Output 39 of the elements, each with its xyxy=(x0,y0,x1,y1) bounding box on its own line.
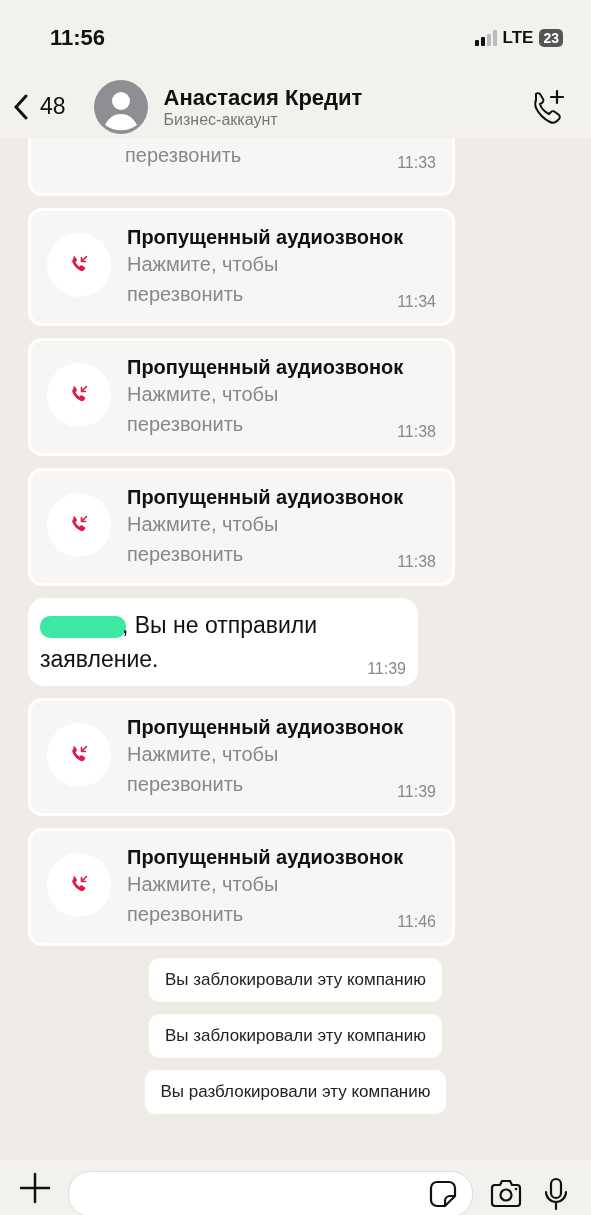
missed-call-bubble[interactable]: Пропущенный аудиозвонок Нажмите, чтобы перезвонить 11:39 xyxy=(28,698,455,816)
callback-hint: Нажмите, чтобы перезвонить xyxy=(127,382,280,437)
message-time: 11:33 xyxy=(397,154,436,172)
callback-hint: перезвонить xyxy=(125,143,243,168)
missed-call-title: Пропущенный аудиозвонок xyxy=(127,716,405,739)
chevron-left-icon xyxy=(14,93,28,120)
missed-call-title: Пропущенный аудиозвонок xyxy=(127,226,405,249)
sticker-icon[interactable] xyxy=(428,1178,458,1209)
callback-hint: Нажмите, чтобы перезвонить xyxy=(127,872,280,927)
add-attachment-button[interactable] xyxy=(18,1170,52,1205)
status-time: 11:56 xyxy=(50,24,106,51)
avatar-icon[interactable] xyxy=(93,79,148,134)
missed-call-title: Пропущенный аудиозвонок xyxy=(127,356,405,379)
system-notice: Вы разблокировали эту компанию xyxy=(144,1070,447,1114)
battery-level: 23 xyxy=(539,28,563,47)
network-label: LTE xyxy=(502,27,534,48)
callback-hint: Нажмите, чтобы перезвонить xyxy=(127,512,280,567)
missed-call-title: Пропущенный аудиозвонок xyxy=(127,846,405,869)
message-time: 11:38 xyxy=(397,423,436,441)
message-text: , Вы не отправили заявление. xyxy=(40,611,319,674)
message-time: 11:46 xyxy=(397,913,436,931)
message-time: 11:34 xyxy=(397,293,436,311)
back-button[interactable]: 48 xyxy=(14,93,66,120)
callback-hint: Нажмите, чтобы перезвонить xyxy=(127,742,280,797)
missed-call-bubble[interactable]: Пропущенный аудиозвонок Нажмите, чтобы перезвонить 11:46 xyxy=(28,828,455,946)
message-time: 11:39 xyxy=(367,660,406,678)
message-time: 11:38 xyxy=(397,553,436,571)
contact-subtitle: Бизнес-аккаунт xyxy=(163,110,279,129)
message-input-field[interactable] xyxy=(68,1170,473,1215)
missed-call-bubble[interactable]: Пропущенный аудиозвонок Нажмите, чтобы перезвонить 11:34 xyxy=(28,208,455,326)
missed-call-bubble[interactable]: Пропущенный аудиозвонок Нажмите, чтобы перезвонить 11:38 xyxy=(28,468,455,586)
missed-call-title: Пропущенный аудиозвонок xyxy=(127,486,405,509)
contact-name: Анастасия Кредит xyxy=(163,84,364,111)
system-notice: Вы заблокировали эту компанию xyxy=(149,958,442,1002)
message-time: 11:39 xyxy=(397,783,436,801)
missed-call-bubble[interactable]: Пропущенный аудиозвонок Нажмите, чтобы перезвонить 11:38 xyxy=(28,338,455,456)
signal-icon xyxy=(474,29,497,46)
system-notice: Вы заблокировали эту компанию xyxy=(149,1014,442,1058)
callback-hint: Нажмите, чтобы перезвонить xyxy=(127,252,280,307)
